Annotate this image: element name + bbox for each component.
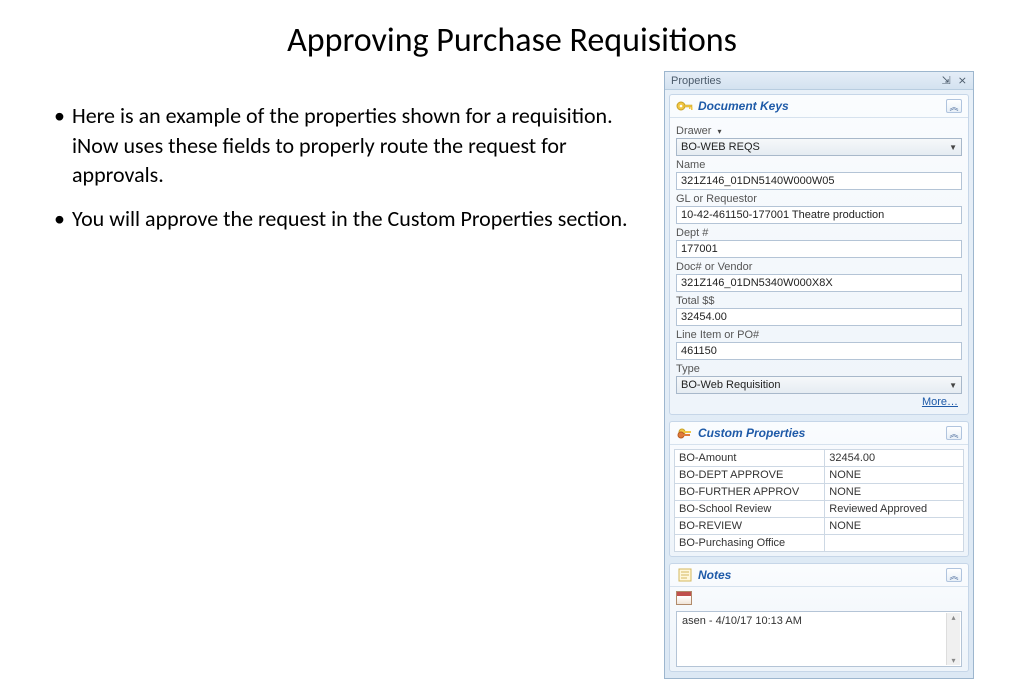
gl-label: GL or Requestor xyxy=(676,193,962,205)
collapse-button[interactable]: ︽ xyxy=(946,568,962,582)
bullet-item: Here is an example of the properties sho… xyxy=(50,101,644,190)
dept-input[interactable] xyxy=(676,240,962,258)
table-row: BO-FURTHER APPROVNONE xyxy=(675,484,964,501)
keys-icon xyxy=(676,425,694,441)
pin-icon[interactable]: ⇲ xyxy=(942,75,951,87)
line-input[interactable] xyxy=(676,342,962,360)
document-keys-section: Document Keys ︽ Drawer▾ BO-WEB REQS▼ Nam… xyxy=(669,94,969,415)
table-row: BO-DEPT APPROVENONE xyxy=(675,467,964,484)
slide-title: Approving Purchase Requisitions xyxy=(0,0,1024,71)
close-icon[interactable]: ⨯ xyxy=(958,75,967,87)
notes-section: Notes ︽ asen - 4/10/17 10:13 AM ▴▾ xyxy=(669,563,969,672)
table-row: BO-Amount32454.00 xyxy=(675,450,964,467)
table-row: BO-Purchasing Office xyxy=(675,535,964,552)
section-title: Notes xyxy=(698,568,946,582)
section-title: Custom Properties xyxy=(698,426,946,440)
more-link[interactable]: More… xyxy=(922,396,958,408)
name-input[interactable] xyxy=(676,172,962,190)
note-icon xyxy=(676,567,694,583)
collapse-button[interactable]: ︽ xyxy=(946,99,962,113)
scrollbar[interactable]: ▴▾ xyxy=(946,613,960,665)
chevron-down-icon[interactable]: ▾ xyxy=(717,127,721,136)
line-label: Line Item or PO# xyxy=(676,329,962,341)
doc-input[interactable] xyxy=(676,274,962,292)
collapse-button[interactable]: ︽ xyxy=(946,426,962,440)
total-input[interactable] xyxy=(676,308,962,326)
gl-input[interactable] xyxy=(676,206,962,224)
bullet-item: You will approve the request in the Cust… xyxy=(50,204,644,234)
panel-title: Properties xyxy=(671,75,721,87)
panel-titlebar: Properties ⇲ ⨯ xyxy=(665,72,973,90)
name-label: Name xyxy=(676,159,962,171)
drawer-label: Drawer▾ xyxy=(676,125,962,137)
custom-properties-section: Custom Properties ︽ BO-Amount32454.00 BO… xyxy=(669,421,969,557)
section-title: Document Keys xyxy=(698,99,946,113)
drawer-select[interactable]: BO-WEB REQS▼ xyxy=(676,138,962,156)
properties-panel: Properties ⇲ ⨯ Document Keys ︽ Drawer▾ xyxy=(664,71,974,679)
type-select[interactable]: BO-Web Requisition▼ xyxy=(676,376,962,394)
table-row: BO-School ReviewReviewed Approved xyxy=(675,501,964,518)
doc-label: Doc# or Vendor xyxy=(676,261,962,273)
notes-textarea[interactable]: asen - 4/10/17 10:13 AM ▴▾ xyxy=(676,611,962,667)
type-label: Type xyxy=(676,363,962,375)
dept-label: Dept # xyxy=(676,227,962,239)
key-icon xyxy=(676,98,694,114)
calendar-icon[interactable] xyxy=(676,591,692,605)
table-row: BO-REVIEWNONE xyxy=(675,518,964,535)
total-label: Total $$ xyxy=(676,295,962,307)
custom-properties-table: BO-Amount32454.00 BO-DEPT APPROVENONE BO… xyxy=(674,449,964,552)
bullet-list: Here is an example of the properties sho… xyxy=(50,71,664,679)
